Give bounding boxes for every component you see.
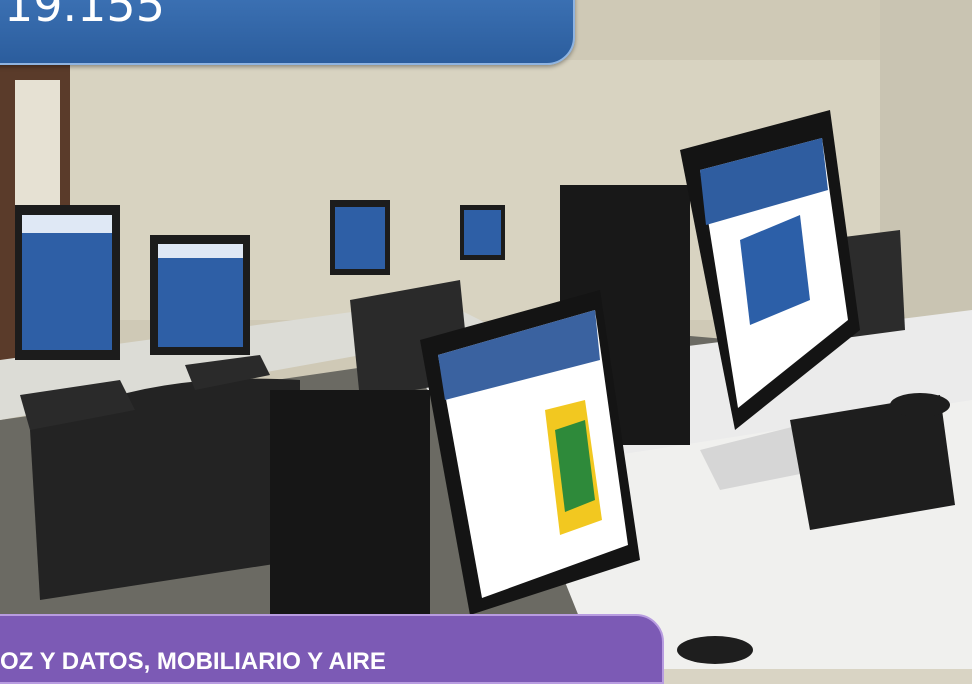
number-text: 19.155 — [4, 0, 165, 32]
mouse-front — [677, 636, 753, 664]
caption-banner: OZ Y DATOS, MOBILIARIO Y AIRE — [0, 614, 664, 684]
number-banner: 19.155 — [0, 0, 575, 65]
monitor-back-1 — [15, 205, 120, 360]
monitor-back-2 — [150, 235, 250, 355]
monitor-back-4 — [460, 205, 505, 260]
pc-tower-front — [270, 390, 430, 615]
monitor-back-3 — [330, 200, 390, 275]
computer-lab-photo — [0, 0, 972, 669]
caption-text: OZ Y DATOS, MOBILIARIO Y AIRE — [0, 648, 386, 675]
mouse-right — [890, 393, 950, 417]
